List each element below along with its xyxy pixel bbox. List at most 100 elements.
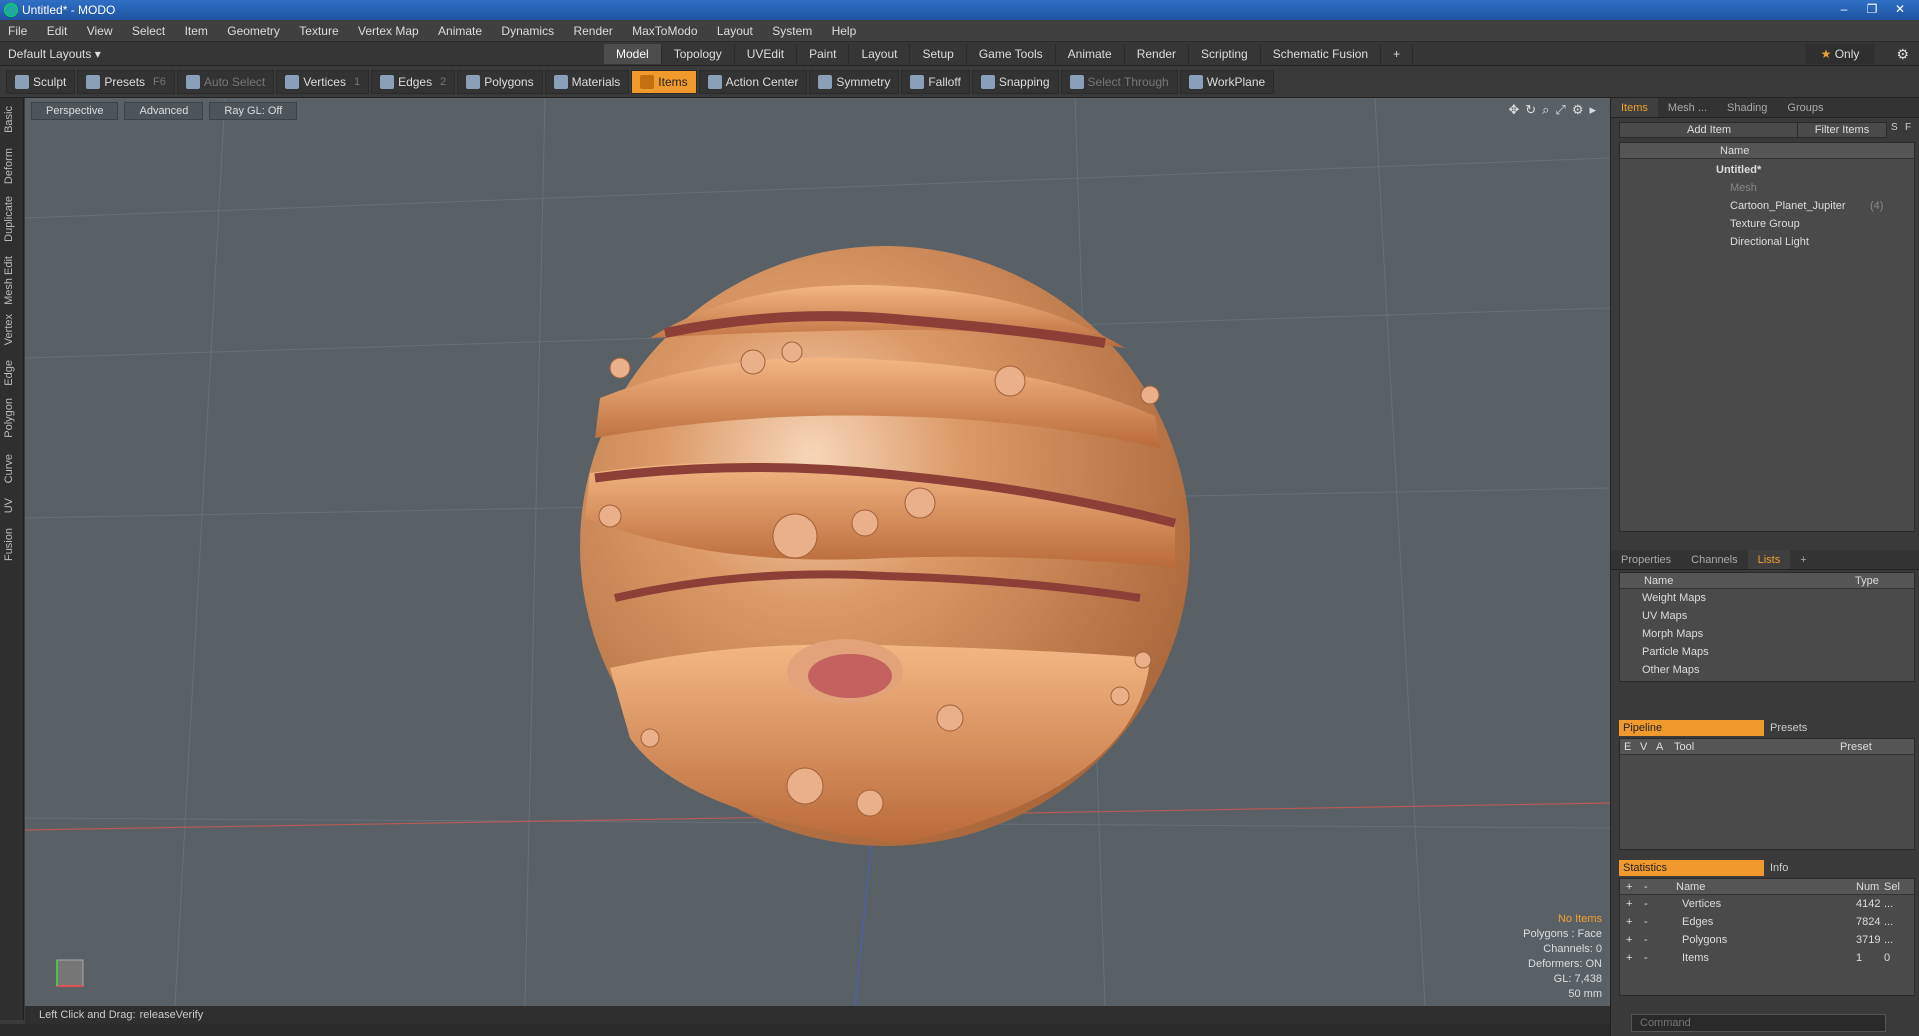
- zoom-icon[interactable]: ⌕: [1542, 102, 1549, 118]
- list-item[interactable]: Morph Maps: [1620, 625, 1914, 643]
- left-tab-deform[interactable]: Deform: [3, 148, 15, 184]
- tab-channels[interactable]: Channels: [1681, 550, 1747, 569]
- menu-geometry[interactable]: Geometry: [219, 20, 288, 42]
- left-tab-fusion[interactable]: Fusion: [3, 528, 15, 561]
- tab-layout[interactable]: Layout: [849, 44, 911, 64]
- only-button[interactable]: ★ Only: [1805, 44, 1875, 64]
- ray-gl-toggle[interactable]: Ray GL: Off: [209, 102, 298, 120]
- tab-uvedit[interactable]: UVEdit: [735, 44, 798, 64]
- menu-layout[interactable]: Layout: [709, 20, 761, 42]
- collapse-minus-icon[interactable]: -: [1644, 931, 1648, 949]
- pan-icon[interactable]: ✥: [1508, 102, 1519, 118]
- minimize-button[interactable]: –: [1831, 0, 1857, 18]
- advanced-dropdown[interactable]: Advanced: [124, 102, 204, 120]
- auto-select-button[interactable]: Auto Select: [176, 69, 275, 94]
- materials-button[interactable]: Materials: [544, 69, 630, 94]
- menu-edit[interactable]: Edit: [39, 20, 76, 42]
- tab-mesh[interactable]: Mesh ...: [1658, 98, 1717, 117]
- tab-schematic-fusion[interactable]: Schematic Fusion: [1261, 44, 1382, 64]
- symmetry-button[interactable]: Symmetry: [809, 69, 900, 94]
- collapse-minus-icon[interactable]: -: [1644, 895, 1648, 913]
- polygons-button[interactable]: Polygons: [457, 69, 543, 94]
- menu-animate[interactable]: Animate: [430, 20, 490, 42]
- snapping-button[interactable]: Snapping: [971, 69, 1059, 94]
- tree-row-scene[interactable]: Untitled*: [1620, 161, 1914, 179]
- tab-groups[interactable]: Groups: [1777, 98, 1833, 117]
- vertices-button[interactable]: Vertices 1: [276, 69, 370, 94]
- expand-plus-icon[interactable]: +: [1626, 931, 1632, 949]
- tab-animate[interactable]: Animate: [1056, 44, 1125, 64]
- expand-plus-icon[interactable]: +: [1626, 913, 1632, 931]
- tab-items[interactable]: Items: [1611, 98, 1658, 117]
- menu-file[interactable]: File: [0, 20, 35, 42]
- tab-model[interactable]: Model: [604, 44, 662, 64]
- list-item[interactable]: UV Maps: [1620, 607, 1914, 625]
- tab-game-tools[interactable]: Game Tools: [967, 44, 1056, 64]
- rotate-icon[interactable]: ↻: [1525, 102, 1536, 118]
- s-button[interactable]: S: [1891, 122, 1903, 138]
- perspective-dropdown[interactable]: Perspective: [31, 102, 119, 120]
- tab-shading[interactable]: Shading: [1717, 98, 1777, 117]
- maximize-button[interactable]: ❐: [1859, 0, 1885, 18]
- gear-icon[interactable]: ⚙: [1896, 46, 1909, 63]
- expand-arrow-icon[interactable]: ▸: [1589, 102, 1596, 118]
- left-tab-curve[interactable]: Curve: [3, 454, 15, 483]
- select-through-button[interactable]: Select Through: [1060, 69, 1178, 94]
- table-row[interactable]: + - Polygons 3719...: [1620, 931, 1914, 949]
- tree-row-mesh[interactable]: Mesh: [1620, 179, 1914, 197]
- f-button[interactable]: F: [1905, 122, 1917, 138]
- menu-view[interactable]: View: [79, 20, 121, 42]
- falloff-button[interactable]: Falloff: [901, 69, 970, 94]
- menu-help[interactable]: Help: [824, 20, 865, 42]
- layout-selector[interactable]: Default Layouts ▾: [8, 45, 101, 63]
- left-tab-uv[interactable]: UV: [3, 498, 15, 513]
- tab-pipeline[interactable]: Pipeline: [1619, 720, 1764, 736]
- menu-render[interactable]: Render: [565, 20, 620, 42]
- list-item[interactable]: Particle Maps: [1620, 643, 1914, 661]
- list-item[interactable]: Weight Maps: [1620, 589, 1914, 607]
- tab-lists[interactable]: Lists: [1747, 550, 1791, 569]
- tree-row-planet[interactable]: Cartoon_Planet_Jupiter (4): [1620, 197, 1914, 215]
- action-center-button[interactable]: Action Center: [698, 69, 808, 94]
- tree-row-texture-group[interactable]: Texture Group: [1620, 215, 1914, 233]
- left-tab-duplicate[interactable]: Duplicate: [3, 196, 15, 242]
- menu-maxtomodo[interactable]: MaxToModo: [624, 20, 705, 42]
- left-tab-vertex[interactable]: Vertex: [3, 314, 15, 345]
- filter-items-input[interactable]: Filter Items: [1797, 122, 1887, 138]
- viewport-gear-icon[interactable]: ⚙: [1572, 102, 1584, 118]
- tab-scripting[interactable]: Scripting: [1189, 44, 1261, 64]
- expand-plus-icon[interactable]: +: [1626, 949, 1632, 967]
- tab-properties[interactable]: Properties: [1611, 550, 1681, 569]
- sculpt-button[interactable]: Sculpt: [6, 69, 76, 94]
- command-input[interactable]: [1631, 1014, 1886, 1032]
- 3d-viewport[interactable]: Perspective Advanced Ray GL: Off ✥ ↻ ⌕ ⤢…: [25, 98, 1610, 1006]
- cartoon-planet-mesh[interactable]: [580, 246, 1190, 846]
- add-panel-tab[interactable]: +: [1790, 550, 1816, 569]
- left-tab-edge[interactable]: Edge: [3, 360, 15, 386]
- left-tab-basic[interactable]: Basic: [3, 106, 15, 133]
- tab-paint[interactable]: Paint: [797, 44, 850, 64]
- list-item[interactable]: Other Maps: [1620, 661, 1914, 679]
- menu-item[interactable]: Item: [177, 20, 216, 42]
- edges-button[interactable]: Edges 2: [371, 69, 456, 94]
- close-button[interactable]: ✕: [1887, 0, 1913, 18]
- tab-statistics[interactable]: Statistics: [1619, 860, 1764, 876]
- presets-button[interactable]: Presets F6: [77, 69, 175, 94]
- menu-dynamics[interactable]: Dynamics: [493, 20, 562, 42]
- add-item-button[interactable]: Add Item: [1619, 122, 1799, 138]
- tab-setup[interactable]: Setup: [910, 44, 967, 64]
- menu-system[interactable]: System: [764, 20, 820, 42]
- tab-info[interactable]: Info: [1766, 860, 1911, 876]
- fit-icon[interactable]: ⤢: [1555, 102, 1565, 118]
- table-row[interactable]: + - Edges 7824...: [1620, 913, 1914, 931]
- table-row[interactable]: + - Items 1 0: [1620, 949, 1914, 967]
- items-mode-button[interactable]: Items: [631, 69, 697, 94]
- add-tab-button[interactable]: +: [1381, 44, 1414, 64]
- tab-topology[interactable]: Topology: [662, 44, 735, 64]
- menu-texture[interactable]: Texture: [291, 20, 346, 42]
- menu-vertex-map[interactable]: Vertex Map: [350, 20, 427, 42]
- left-tab-mesh-edit[interactable]: Mesh Edit: [3, 256, 15, 305]
- collapse-minus-icon[interactable]: -: [1644, 949, 1648, 967]
- tree-row-light[interactable]: Directional Light: [1620, 233, 1914, 251]
- menu-select[interactable]: Select: [124, 20, 173, 42]
